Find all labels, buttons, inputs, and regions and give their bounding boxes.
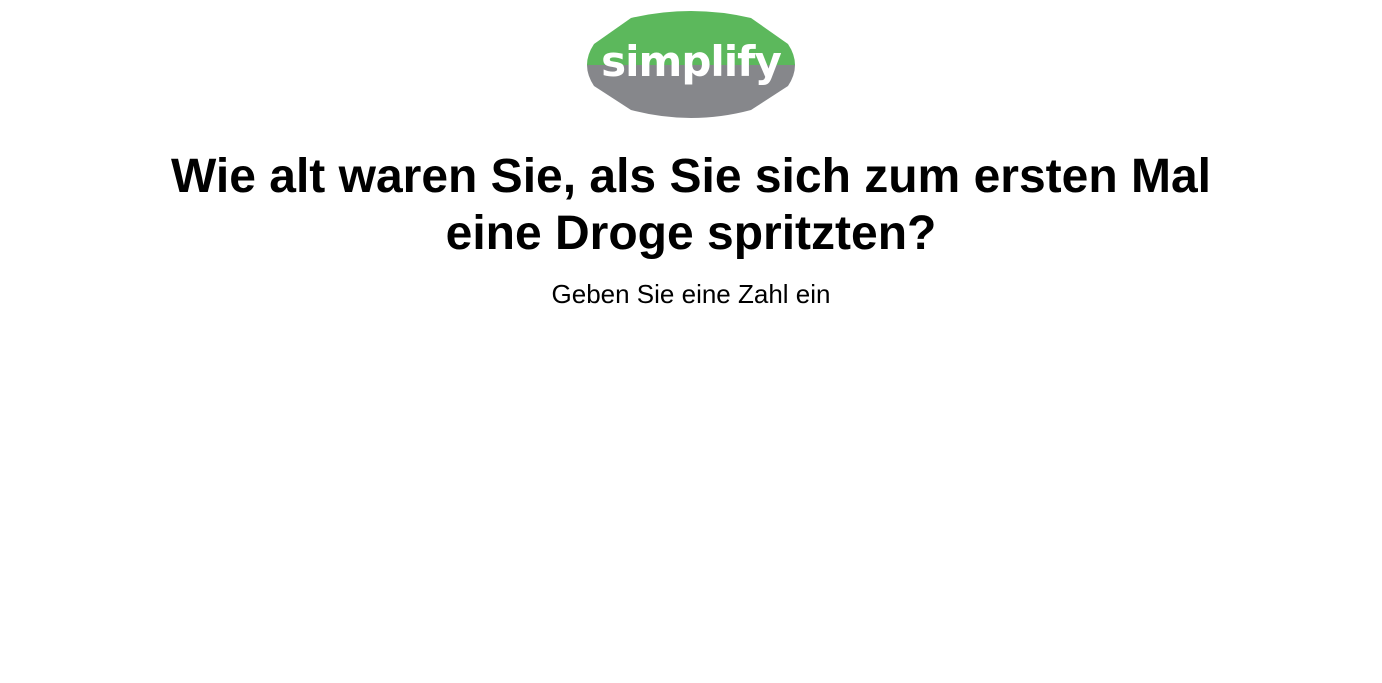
- question-line-2: eine Droge spritzten?: [445, 207, 937, 260]
- survey-page: simplify Wie alt waren Sie, als Sie sich…: [0, 0, 1382, 683]
- input-hint: Geben Sie eine Zahl ein: [551, 279, 831, 309]
- question-line-1: Wie alt waren Sie, als Sie sich zum erst…: [171, 150, 1211, 203]
- simplify-logo: simplify: [583, 10, 799, 120]
- question-title: Wie alt waren Sie, als Sie sich zum erst…: [0, 148, 1382, 262]
- logo-wordmark: simplify: [601, 37, 781, 86]
